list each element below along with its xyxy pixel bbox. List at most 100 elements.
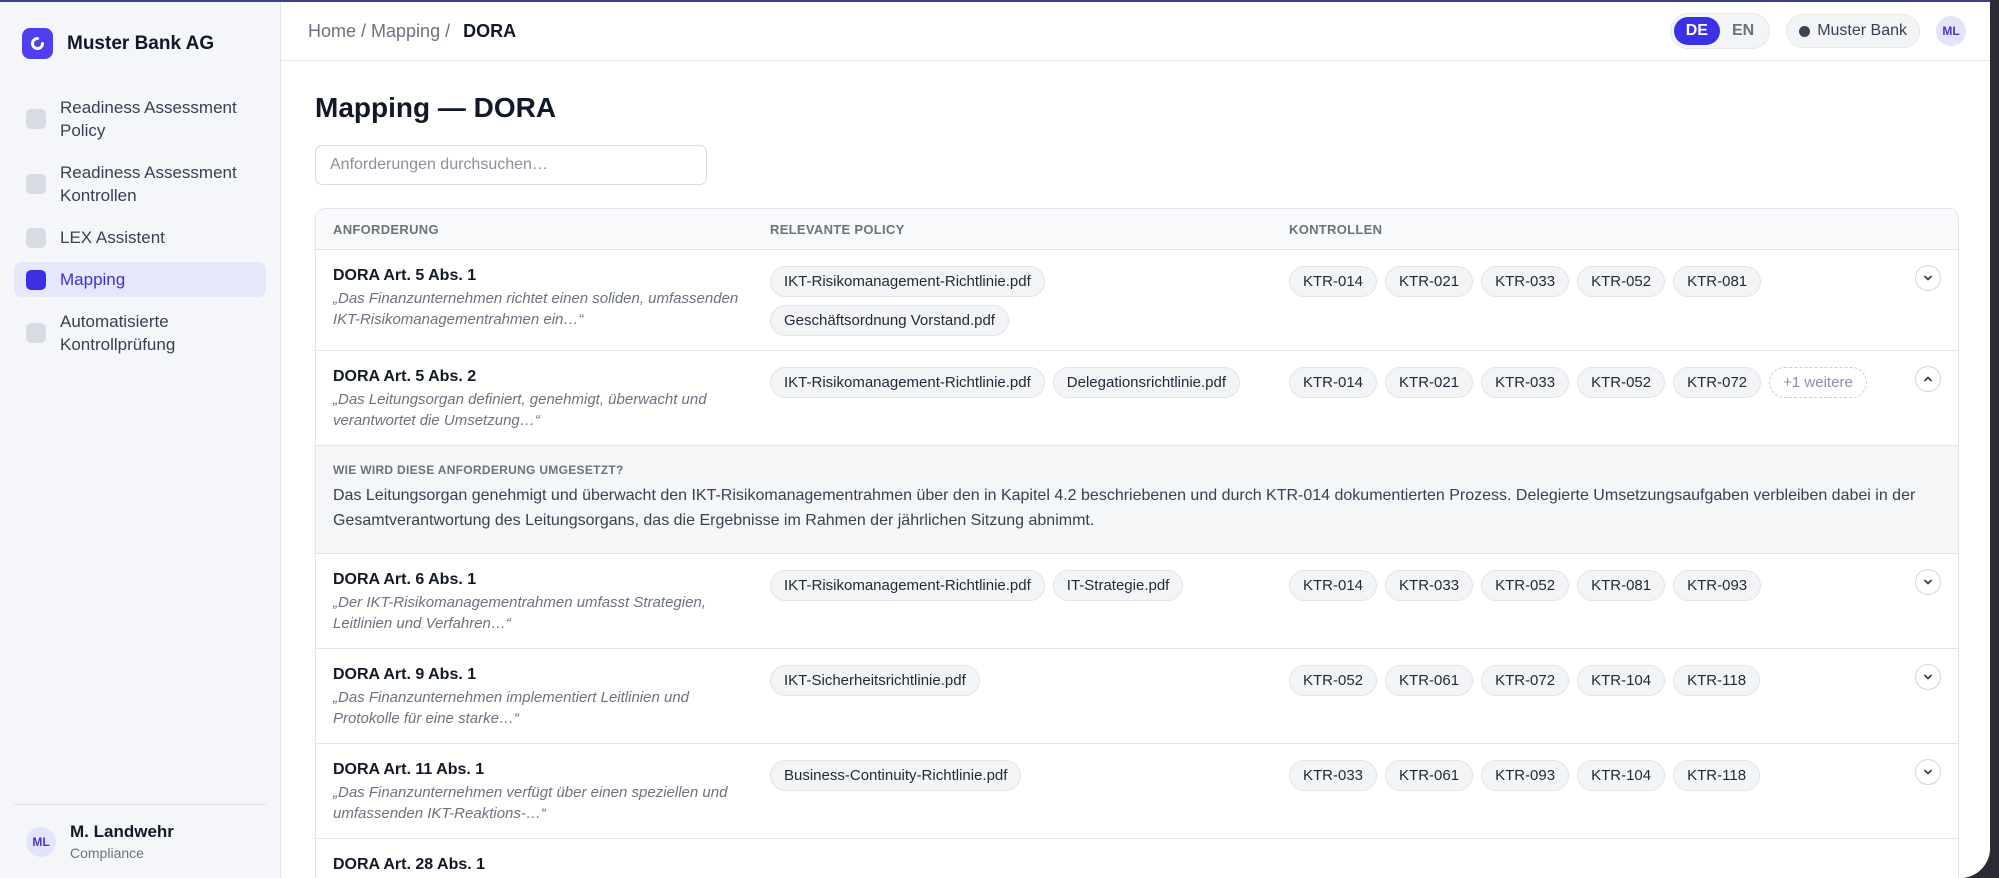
user-profile[interactable]: ML M. Landwehr Compliance [14,804,266,878]
sidebar: Muster Bank AG Readiness Assessment Poli… [0,2,281,878]
mapping-table: ANFORDERUNG RELEVANTE POLICY KONTROLLEN … [315,208,1959,878]
breadcrumb-current: DORA [463,20,517,41]
sidebar-item-readiness-kontrollen[interactable]: Readiness Assessment Kontrollen [14,155,266,213]
breadcrumb-separator: / [361,20,367,41]
table-row[interactable]: DORA Art. 9 Abs. 1 „Das Finanzunternehme… [316,649,1958,744]
sidebar-item-readiness-policy[interactable]: Readiness Assessment Policy [14,90,266,148]
row-detail-panel: WIE WIRD DIESE ANFORDERUNG UMGESETZT? Da… [316,446,1958,554]
table-row[interactable]: DORA Art. 5 Abs. 2 „Das Leitungsorgan de… [316,351,1958,446]
policy-chip[interactable]: IKT-Risikomanagement-Richtlinie.pdf [770,570,1045,601]
requirement-cell: DORA Art. 28 Abs. 1 [316,855,770,875]
control-chip[interactable]: KTR-118 [1673,665,1761,696]
policy-chip[interactable]: IKT-Risikomanagement-Richtlinie.pdf [770,367,1045,398]
page-title: Mapping — DORA [315,92,557,123]
requirement-quote: „Das Leitungsorgan definiert, genehmigt,… [333,391,707,429]
search-input[interactable] [315,145,707,185]
control-chip[interactable]: KTR-033 [1385,570,1474,601]
sidebar-item-label: Readiness Assessment Policy [60,98,237,140]
expand-row-button[interactable] [1915,664,1941,690]
header-requirement: ANFORDERUNG [333,221,439,237]
sidebar-item-label: LEX Assistent [60,228,165,247]
sidebar-item-lex-assistent[interactable]: LEX Assistent [14,220,266,255]
control-chip[interactable]: KTR-014 [1289,367,1378,398]
control-chip[interactable]: KTR-052 [1481,570,1570,601]
requirement-quote: „Das Finanzunternehmen implementiert Lei… [333,689,690,727]
expand-row-button[interactable] [1915,265,1941,291]
language-switch: DE EN [1669,13,1771,49]
control-chip[interactable]: KTR-104 [1577,760,1666,791]
chevron-up-icon [1924,376,1932,382]
control-chip[interactable]: KTR-104 [1577,665,1666,696]
requirement-title: DORA Art. 5 Abs. 2 [333,368,477,385]
control-chip[interactable]: KTR-033 [1289,760,1378,791]
lang-en-button[interactable]: EN [1720,17,1766,45]
sidebar-item-label: Readiness Assessment Kontrollen [60,163,237,205]
policy-chip[interactable]: Business-Continuity-Richtlinie.pdf [770,760,1022,791]
requirement-quote: „Das Finanzunternehmen richtet einen sol… [333,290,739,328]
sidebar-item-kontrollpruefung[interactable]: Automatisierte Kontrollprüfung [14,304,266,362]
control-chip[interactable]: KTR-052 [1577,266,1666,297]
policy-cell: IKT-Sicherheitsrichtlinie.pdf [770,665,1289,729]
brand[interactable]: Muster Bank AG [22,28,214,59]
control-chip[interactable]: KTR-021 [1385,367,1474,398]
sidebar-item-mapping[interactable]: Mapping [14,262,266,297]
header-avatar[interactable]: ML [1936,16,1966,46]
controls-cell: KTR-033 KTR-061 KTR-093 KTR-104 KTR-118 [1289,760,1958,824]
control-chip[interactable]: KTR-033 [1481,367,1570,398]
breadcrumb-mapping[interactable]: Mapping [371,21,440,42]
content: Mapping — DORA ANFORDERUNG RELEVANTE POL… [315,61,1959,878]
expand-row-button[interactable] [1915,569,1941,595]
tenant-name: Muster Bank [1817,22,1907,39]
policy-chip[interactable]: IKT-Risikomanagement-Richtlinie.pdf [770,266,1045,297]
control-chip[interactable]: KTR-052 [1289,665,1378,696]
user-role: Compliance [70,845,144,861]
policy-cell: Business-Continuity-Richtlinie.pdf [770,760,1289,824]
table-row[interactable]: DORA Art. 28 Abs. 1 [316,839,1958,878]
avatar: ML [26,826,56,857]
chevron-down-icon [1924,275,1932,281]
control-chip[interactable]: KTR-081 [1577,570,1666,601]
control-chip[interactable]: KTR-081 [1673,266,1762,297]
controls-cell: KTR-014 KTR-033 KTR-052 KTR-081 KTR-093 [1289,570,1958,634]
controls-cell: KTR-014 KTR-021 KTR-033 KTR-052 KTR-072 … [1289,367,1958,431]
tenant-selector[interactable]: Muster Bank [1786,14,1920,48]
app-window: Muster Bank AG Readiness Assessment Poli… [0,0,1990,878]
detail-label: WIE WIRD DIESE ANFORDERUNG UMGESETZT? [333,463,624,477]
policy-chip[interactable]: IKT-Sicherheitsrichtlinie.pdf [770,665,980,696]
control-chip[interactable]: KTR-061 [1385,665,1474,696]
control-chip[interactable]: KTR-033 [1481,266,1570,297]
control-chip[interactable]: KTR-061 [1385,760,1474,791]
lang-de-button[interactable]: DE [1673,17,1720,45]
brand-logo-icon [22,28,53,59]
control-chip[interactable]: KTR-072 [1673,367,1762,398]
more-controls-chip[interactable]: +1 weitere [1769,367,1867,398]
expand-row-button[interactable] [1915,759,1941,785]
requirement-cell: DORA Art. 9 Abs. 1 „Das Finanzunternehme… [316,665,770,729]
header-controls: KONTROLLEN [1289,221,1383,237]
control-chip[interactable]: KTR-014 [1289,570,1378,601]
control-chip[interactable]: KTR-093 [1481,760,1570,791]
requirement-cell: DORA Art. 11 Abs. 1 „Das Finanzunternehm… [316,760,770,824]
requirement-title: DORA Art. 11 Abs. 1 [333,761,485,778]
requirement-cell: DORA Art. 5 Abs. 1 „Das Finanzunternehme… [316,266,770,336]
control-chip[interactable]: KTR-052 [1577,367,1666,398]
control-chip[interactable]: KTR-014 [1289,266,1378,297]
nav-square-icon [26,323,46,343]
control-chip[interactable]: KTR-093 [1673,570,1762,601]
policy-chip[interactable]: Delegationsrichtlinie.pdf [1052,367,1241,398]
control-chip[interactable]: KTR-021 [1385,266,1474,297]
breadcrumb-home[interactable]: Home [308,21,356,42]
control-chip[interactable]: KTR-118 [1673,760,1761,791]
table-row[interactable]: DORA Art. 5 Abs. 1 „Das Finanzunternehme… [316,250,1958,351]
policy-chip[interactable]: Geschäftsordnung Vorstand.pdf [770,305,1009,336]
nav-square-icon [26,269,46,290]
table-row[interactable]: DORA Art. 6 Abs. 1 „Der IKT-Risikomanage… [316,554,1958,649]
control-chip[interactable]: KTR-072 [1481,665,1570,696]
table-row[interactable]: DORA Art. 11 Abs. 1 „Das Finanzunternehm… [316,744,1958,839]
nav-square-icon [26,174,46,194]
policy-chip[interactable]: IT-Strategie.pdf [1052,570,1184,601]
collapse-row-button[interactable] [1915,366,1941,392]
sidebar-item-label: Mapping [60,270,126,289]
requirement-quote: „Der IKT-Risikomanagementrahmen umfasst … [333,594,706,632]
brand-name: Muster Bank AG [67,32,215,54]
